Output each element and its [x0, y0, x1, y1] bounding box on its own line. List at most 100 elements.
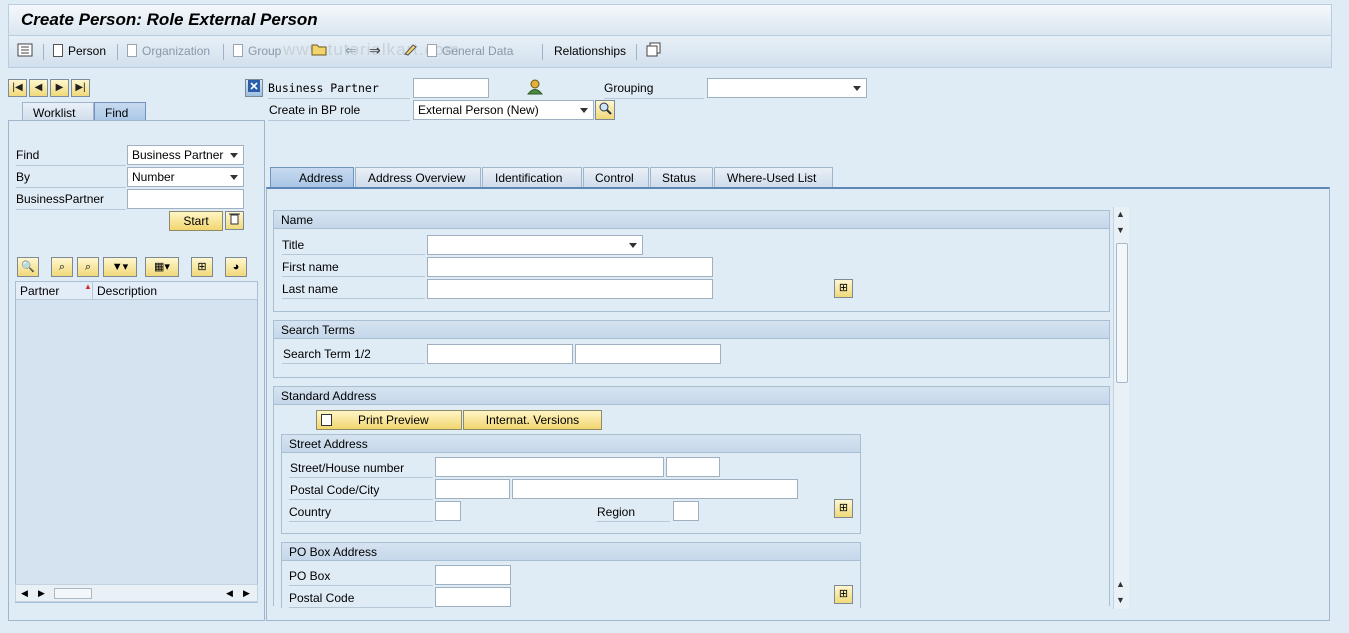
person-button[interactable]: Person: [53, 44, 106, 58]
scroll-left-icon[interactable]: ◀: [226, 588, 233, 599]
internat-versions-button[interactable]: Internat. Versions: [463, 410, 602, 430]
tab-identification[interactable]: Identification: [482, 167, 582, 187]
name-group-heading: Name: [274, 211, 1109, 229]
group-button[interactable]: Group: [233, 44, 281, 58]
general-data-label: General Data: [442, 44, 514, 58]
start-button[interactable]: Start: [169, 211, 223, 231]
scroll-right-icon[interactable]: ▶: [38, 588, 45, 599]
find-pane: Find Business Partner By Number Business…: [8, 120, 265, 621]
title-select[interactable]: [427, 235, 643, 255]
edit-icon[interactable]: [403, 42, 419, 59]
search-term-1-input[interactable]: [427, 344, 573, 364]
po-box-address-group: PO Box Address PO Box Postal Code ⊞: [281, 542, 861, 608]
postal-city-label: Postal Code/City: [290, 483, 380, 497]
title-label: Title: [282, 238, 305, 252]
grouping-select[interactable]: [707, 78, 867, 98]
more-fields-icon[interactable]: ⊞: [834, 585, 853, 604]
create-in-bp-role-label: Create in BP role: [269, 103, 361, 117]
scroll-right-icon[interactable]: ▶: [243, 588, 250, 599]
folder-open-icon[interactable]: [311, 42, 328, 59]
copy-icon[interactable]: [646, 42, 662, 60]
postal-code-input[interactable]: [435, 479, 510, 499]
first-name-input[interactable]: [427, 257, 713, 277]
application-toolbar: Person Organization Group www.tutorialka…: [8, 36, 1332, 68]
house-number-input[interactable]: [666, 457, 720, 477]
more-fields-icon[interactable]: ⊞: [834, 499, 853, 518]
first-name-label: First name: [282, 260, 339, 274]
list-header: Partner ▲ Description: [16, 282, 257, 300]
tab-control[interactable]: Control: [583, 167, 649, 187]
search-term-2-input[interactable]: [575, 344, 721, 364]
trash-icon[interactable]: [225, 211, 244, 230]
last-name-label: Last name: [282, 282, 339, 296]
po-box-input[interactable]: [435, 565, 511, 585]
horizontal-scrollbar[interactable]: ◀ ▶ ◀ ▶: [15, 584, 258, 602]
last-icon[interactable]: ▶|: [71, 79, 90, 97]
address-tab-content: Name Title First name Last name ⊞ Search…: [266, 187, 1330, 621]
bp-role-select[interactable]: External Person (New): [413, 100, 594, 120]
po-postal-code-input[interactable]: [435, 587, 511, 607]
back-arrow-icon[interactable]: ⇐: [345, 42, 357, 59]
business-partner-input[interactable]: [127, 189, 244, 209]
more-fields-icon[interactable]: ⊞: [834, 279, 853, 298]
tab-worklist[interactable]: Worklist: [22, 102, 94, 122]
column-description[interactable]: Description: [97, 284, 157, 298]
expand-icon[interactable]: ⊞: [191, 257, 213, 277]
document-icon: [427, 44, 437, 57]
scroll-up-icon[interactable]: ▲: [1116, 209, 1125, 219]
print-preview-label: Print Preview: [358, 413, 429, 427]
print-preview-button[interactable]: Print Preview: [316, 410, 462, 430]
find-icon[interactable]: ⌕: [51, 257, 73, 277]
find-next-icon[interactable]: ⌕: [77, 257, 99, 277]
general-data-button[interactable]: General Data: [427, 44, 513, 58]
layout-icon[interactable]: ▦▾: [145, 257, 179, 277]
filter-icon[interactable]: ▼▾: [103, 257, 137, 277]
document-icon: [127, 44, 137, 57]
standard-address-heading: Standard Address: [274, 387, 1109, 405]
tab-address-overview[interactable]: Address Overview: [355, 167, 481, 187]
business-partner-label: BusinessPartner: [16, 192, 105, 206]
business-partner-header-input[interactable]: [413, 78, 489, 98]
vertical-scrollbar[interactable]: ▲ ▼ ▲ ▼: [1113, 207, 1129, 609]
sort-icon: ▲: [84, 282, 92, 291]
close-locator-icon[interactable]: [245, 79, 263, 97]
standard-address-group: Standard Address Print Preview Internat.…: [273, 386, 1110, 608]
country-input[interactable]: [435, 501, 461, 521]
scroll-down-icon[interactable]: ▼: [1116, 595, 1125, 605]
scroll-down-icon[interactable]: ▼: [1116, 225, 1125, 235]
details-icon[interactable]: 🔍: [17, 257, 39, 277]
region-input[interactable]: [673, 501, 699, 521]
by-select[interactable]: Number: [127, 167, 244, 187]
title-bar: Create Person: Role External Person: [8, 4, 1332, 36]
street-label: Street/House number: [290, 461, 405, 475]
po-box-label: PO Box: [289, 569, 331, 583]
scroll-left-icon[interactable]: ◀: [21, 588, 28, 599]
city-input[interactable]: [512, 479, 798, 499]
po-postal-code-label: Postal Code: [289, 591, 355, 605]
print-icon: [321, 414, 332, 426]
tab-find[interactable]: Find: [94, 102, 146, 122]
chart-icon[interactable]: ◕: [225, 257, 247, 277]
find-select[interactable]: Business Partner: [127, 145, 244, 165]
scroll-up-icon[interactable]: ▲: [1116, 579, 1125, 589]
organization-button[interactable]: Organization: [127, 44, 210, 58]
column-partner[interactable]: Partner: [20, 284, 59, 298]
previous-icon[interactable]: ◀: [29, 79, 48, 97]
forward-arrow-icon[interactable]: ⇒: [369, 42, 381, 59]
next-icon[interactable]: ▶: [50, 79, 69, 97]
person-icon[interactable]: [526, 79, 544, 98]
last-name-input[interactable]: [427, 279, 713, 299]
grouping-label: Grouping: [604, 81, 654, 95]
group-label: Group: [248, 44, 282, 58]
tab-where-used-list[interactable]: Where-Used List: [714, 167, 833, 187]
window-title: Create Person: Role External Person: [21, 10, 318, 29]
relationships-button[interactable]: Relationships: [554, 44, 626, 58]
street-input[interactable]: [435, 457, 664, 477]
tab-address[interactable]: Address: [270, 167, 354, 187]
search-icon[interactable]: [595, 100, 615, 120]
scroll-thumb[interactable]: [1116, 243, 1128, 383]
business-partner-header-label: Business Partner: [268, 81, 379, 95]
menu-icon[interactable]: [17, 43, 33, 60]
tab-status[interactable]: Status: [650, 167, 713, 187]
first-icon[interactable]: |◀: [8, 79, 27, 97]
